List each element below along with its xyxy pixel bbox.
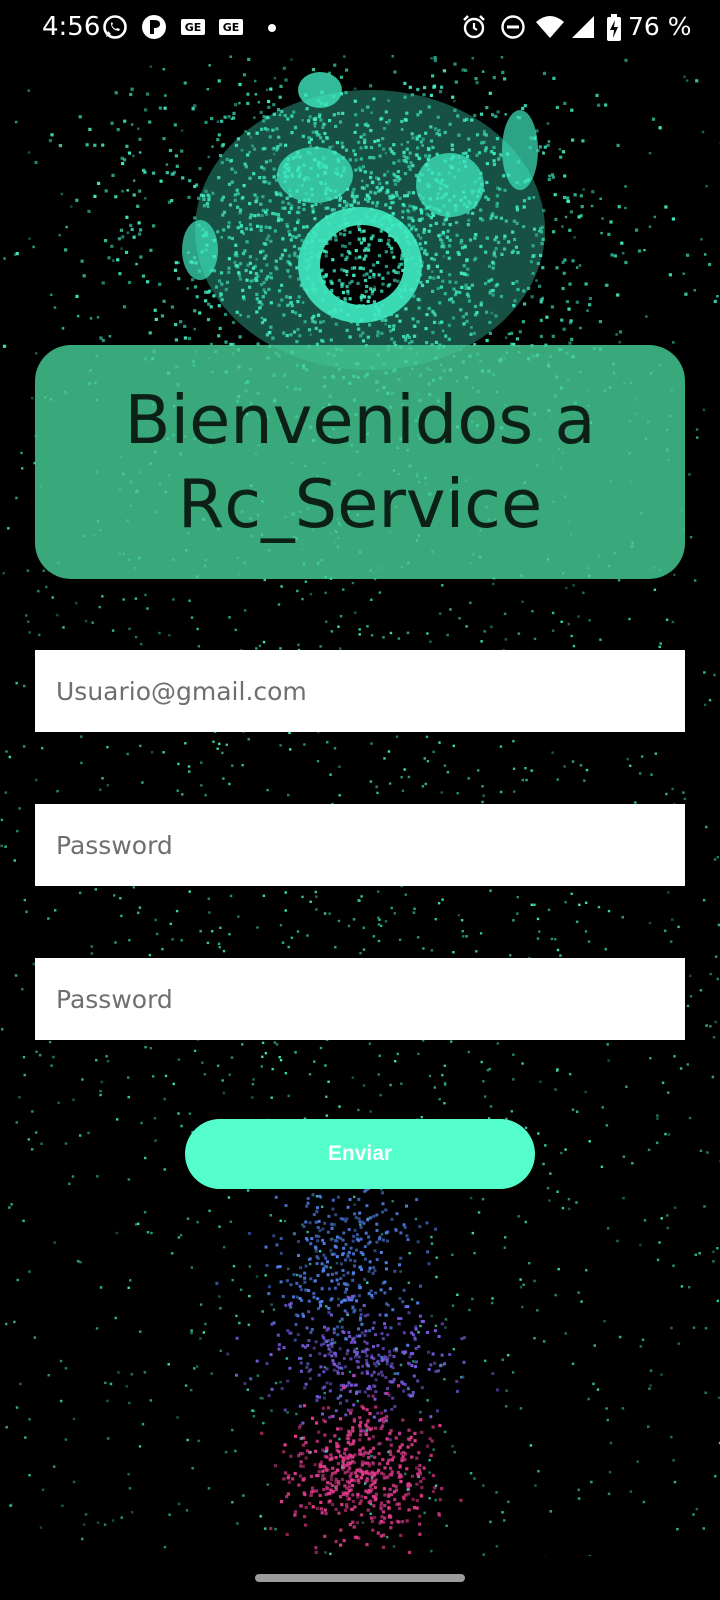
notification-dot <box>268 24 276 32</box>
ge-notification-icon: GE <box>180 14 206 40</box>
battery-percentage: 76 % <box>628 12 692 41</box>
navigation-bar <box>0 1556 720 1600</box>
status-time: 4:56 <box>42 12 101 42</box>
ge-notification-icon: GE <box>218 14 244 40</box>
signal-icon <box>570 14 596 40</box>
do-not-disturb-icon <box>500 14 526 40</box>
alarm-icon <box>461 14 487 40</box>
svg-text:GE: GE <box>223 21 240 34</box>
app-icon <box>141 14 167 40</box>
svg-text:GE: GE <box>185 21 202 34</box>
welcome-title: Bienvenidos a Rc_Service <box>124 381 596 543</box>
email-field[interactable] <box>35 650 685 732</box>
whatsapp-icon <box>102 14 128 40</box>
password-field[interactable] <box>35 804 685 886</box>
welcome-card: Bienvenidos a Rc_Service <box>35 345 685 579</box>
wifi-icon <box>535 14 565 40</box>
status-bar: 4:56 GE GE 76 % <box>0 0 720 54</box>
submit-button[interactable]: Enviar <box>185 1119 535 1189</box>
battery-charging-icon <box>606 14 622 41</box>
home-gesture-handle[interactable] <box>255 1574 465 1582</box>
confirm-password-field[interactable] <box>35 958 685 1040</box>
